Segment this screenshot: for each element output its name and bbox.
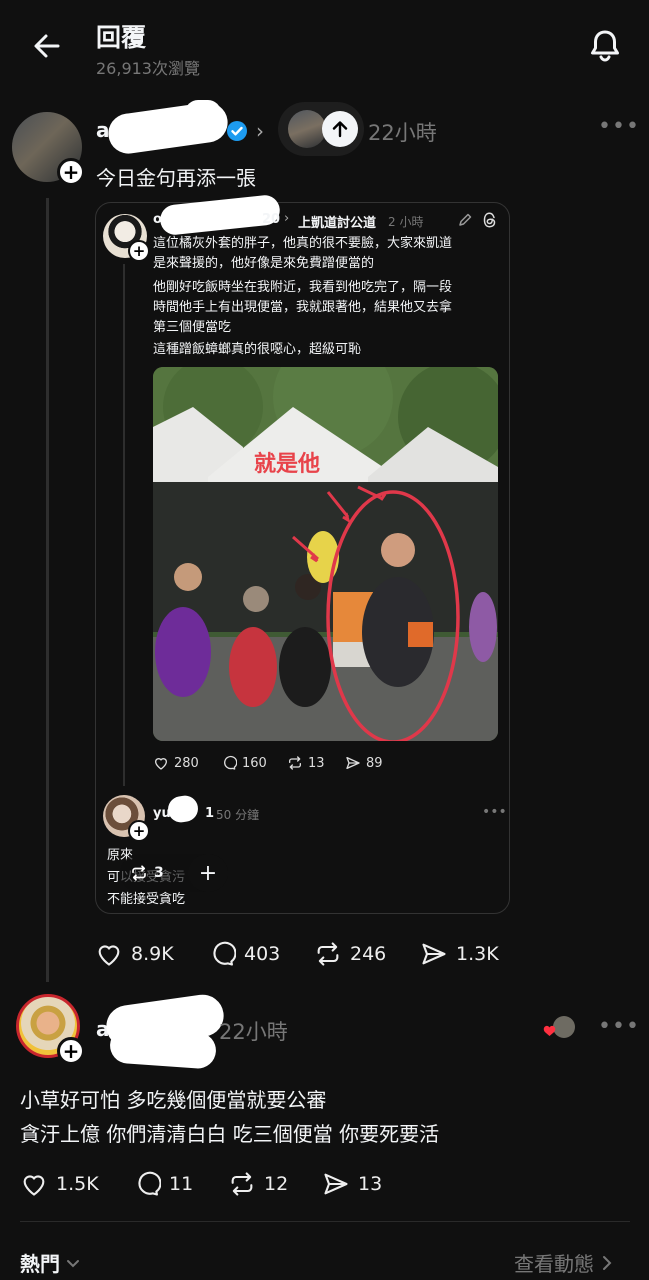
thread-line: [123, 264, 125, 786]
more-icon[interactable]: •••: [482, 804, 507, 820]
view-activity-link[interactable]: 查看動態: [514, 1248, 614, 1277]
username-suffix: 1: [205, 806, 215, 821]
photo-annotation: 就是他: [254, 452, 321, 477]
share-count: 1.3K: [456, 943, 499, 965]
like-button[interactable]: 1.5K: [20, 1170, 99, 1198]
comment-button[interactable]: 403: [208, 940, 280, 968]
liked-by-avatars[interactable]: [542, 1014, 578, 1044]
repost-count: 13: [308, 755, 325, 771]
sort-dropdown[interactable]: 熱門: [20, 1248, 82, 1277]
heart-icon: [20, 1170, 48, 1198]
thread-line: [46, 198, 49, 982]
comment-button[interactable]: 160: [221, 755, 267, 771]
comment-count: 160: [242, 755, 267, 771]
comment-icon: [133, 1170, 161, 1198]
repost-button[interactable]: 246: [314, 940, 386, 968]
plus-icon[interactable]: +: [188, 854, 228, 892]
pencil-icon: [457, 212, 473, 228]
sort-label: 熱門: [20, 1252, 60, 1276]
back-arrow-icon[interactable]: [28, 26, 68, 66]
follow-plus-icon[interactable]: +: [128, 240, 150, 262]
repost-icon: [287, 755, 303, 771]
comment-count: 11: [169, 1173, 194, 1195]
post-text-line: 時間他手上有出現便當，我就跟著他，結果他又去拿: [153, 300, 453, 315]
follow-plus-icon[interactable]: +: [128, 820, 150, 842]
avatar: [288, 110, 326, 148]
activity-label: 查看動態: [514, 1252, 594, 1276]
post-time: 22小時: [368, 121, 437, 145]
repost-icon: [314, 940, 342, 968]
share-button[interactable]: 89: [345, 755, 383, 771]
share-icon: [322, 1170, 350, 1198]
tag-link[interactable]: 上凱道討公道: [298, 212, 376, 231]
follow-plus-icon[interactable]: +: [57, 158, 85, 186]
like-button[interactable]: 8.9K: [95, 940, 174, 968]
threads-icon: [482, 211, 498, 229]
share-count: 13: [358, 1173, 383, 1195]
post-time: 22小時: [219, 1020, 288, 1044]
like-count: 280: [174, 755, 199, 771]
divider: [20, 1221, 630, 1222]
comment-text-line: 小草好可怕 多吃幾個便當就要公審: [20, 1088, 327, 1112]
chevron-right-icon: ›: [256, 119, 264, 143]
post-time: 50 分鐘: [216, 808, 260, 822]
post-text: 今日金句再添一張: [96, 166, 256, 190]
share-button[interactable]: 13: [322, 1170, 382, 1198]
repost-button[interactable]: 12: [228, 1170, 288, 1198]
arrow-up-icon[interactable]: [322, 111, 358, 147]
repost-button[interactable]: 13: [287, 755, 325, 771]
repost-icon: [130, 864, 148, 882]
page-title: 回覆: [96, 23, 147, 52]
comment-icon: [208, 940, 236, 968]
redaction-mark: [108, 1026, 218, 1070]
heart-icon: [153, 755, 169, 771]
share-button[interactable]: 1.3K: [420, 940, 499, 968]
post-text-line: 這位橘灰外套的胖子，他真的很不要臉，大家來凱道: [153, 236, 453, 251]
post-time: 2 小時: [388, 215, 424, 229]
view-count: 26,913次瀏覽: [96, 59, 200, 78]
comment-text-line: 貪汙上億 你們清清白白 吃三個便當 你要死要活: [20, 1122, 440, 1146]
heart-icon: [95, 940, 123, 968]
reply-text-line: 不能接受貪吃: [107, 892, 186, 907]
post-text-line: 是來聲援的，他好像是來免費蹭便當的: [153, 256, 375, 271]
repost-icon: [228, 1170, 256, 1198]
chevron-right-icon: [600, 1254, 614, 1272]
more-icon[interactable]: •••: [598, 1014, 640, 1039]
comment-count: 403: [244, 943, 281, 965]
post-text-line: 這種蹭飯蟑螂真的很噁心，超級可恥: [153, 342, 362, 357]
share-icon: [420, 940, 448, 968]
post-text-line: 他剛好吃飯時坐在我附近，我看到他吃完了，隔一段: [153, 280, 453, 295]
post-photo[interactable]: [153, 367, 498, 741]
repost-count: 12: [264, 1173, 289, 1195]
username-suffix: 20: [262, 212, 281, 227]
share-count: 89: [366, 755, 383, 771]
chevron-down-icon: [64, 1254, 82, 1272]
repost-count: 3: [154, 865, 164, 881]
like-count: 8.9K: [131, 943, 174, 965]
comment-button[interactable]: 11: [133, 1170, 193, 1198]
chevron-right-icon: ›: [284, 211, 290, 226]
comment-icon: [221, 755, 237, 771]
follow-plus-icon[interactable]: +: [57, 1037, 85, 1065]
more-icon[interactable]: •••: [598, 114, 640, 139]
verified-icon: [226, 120, 248, 142]
redaction-mark: [185, 100, 221, 126]
share-icon: [345, 755, 361, 771]
post-text-line: 第三個便當吃: [153, 320, 232, 335]
like-button[interactable]: 280: [153, 755, 199, 771]
repost-count: 246: [350, 943, 387, 965]
bell-icon[interactable]: [584, 24, 626, 66]
like-count: 1.5K: [56, 1173, 99, 1195]
